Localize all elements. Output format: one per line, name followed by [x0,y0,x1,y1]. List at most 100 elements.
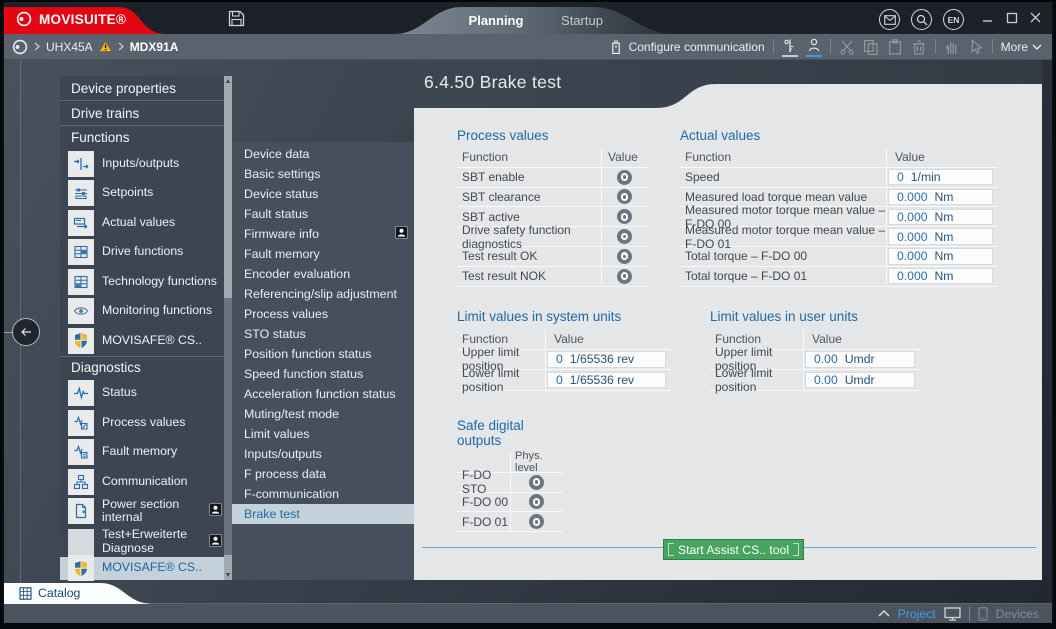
value-box: 0.000Nm [888,189,993,206]
submenu-item-process-values[interactable]: Process values [232,304,414,324]
monitor-icon[interactable] [944,607,961,621]
actual-values-section: Actual values Function Value Speed 01/mi… [680,128,998,287]
sidebar-item-inputs-outputs[interactable]: Inputs/outputs [60,149,232,179]
copy-icon[interactable] [863,39,879,55]
app-logo: MOVISUITE® [16,11,126,27]
configure-communication-label: Configure communication [629,40,765,54]
value-number: 0.000 [897,210,928,224]
minimize-button[interactable] [981,10,994,25]
tab-planning[interactable]: Planning [456,13,536,28]
save-icon[interactable] [228,10,245,27]
sidebar-item-drive-trains[interactable]: Drive trains [60,101,232,126]
submenu-item-fault-status[interactable]: Fault status [232,204,414,224]
sidebar-item-test-erweiterte-diagnose[interactable]: Test+Erweiterte Diagnose [60,526,232,557]
sidebar-item-technology-functions[interactable]: Technology functions [60,267,232,297]
submenu-item-brake-test[interactable]: Brake test [232,504,414,524]
warning-icon [99,41,112,52]
sidebar-item-monitoring-functions[interactable]: Monitoring functions [60,297,232,327]
scroll-down-icon[interactable] [226,573,230,577]
submenu-item-sto-status[interactable]: STO status [232,324,414,344]
submenu-item-f-communication[interactable]: F-communication [232,484,414,504]
select-cursor-icon[interactable] [968,39,984,55]
arrow-left-icon [19,326,33,338]
sidebar-item-power-section-internal[interactable]: Power section internal [60,497,232,527]
window-controls [981,10,1042,25]
submenu-item-speed-function-status[interactable]: Speed function status [232,364,414,384]
chevron-down-icon [1032,44,1042,50]
submenu-item-acceleration-function-status[interactable]: Acceleration function status [232,384,414,404]
row-label: Total torque – F-DO 01 [680,267,886,286]
submenu-item-position-function-status[interactable]: Position function status [232,344,414,364]
submenu-item-encoder-evaluation[interactable]: Encoder evaluation [232,264,414,284]
sidebar-item-movisafe-diagnostics[interactable]: MOVISAFE® CS.. [60,557,232,580]
sidebar-item-movisafe-functions[interactable]: MOVISAFE® CS.. [60,326,232,356]
paste-icon[interactable] [887,39,903,55]
submenu-item-muting-test-mode[interactable]: Muting/test mode [232,404,414,424]
sidebar-header-functions[interactable]: Functions [60,126,232,149]
submenu-item-label: Firmware info [244,227,319,241]
app-title: MOVISUITE® [39,12,126,27]
submenu-item-label: Device status [244,187,318,201]
row-label: Drive safety function diagnostics [457,227,601,246]
device-phone-icon[interactable] [978,607,988,621]
scroll-up-icon[interactable] [226,79,230,83]
submenu-item-f-process-data[interactable]: F process data [232,464,414,484]
sidebar-item-process-values[interactable]: Process values [60,408,232,438]
cut-icon[interactable] [839,39,855,55]
chevron-up-icon[interactable] [878,610,890,617]
value-box: 0.00Umdr [805,351,915,368]
submenu-item-referencing-slip[interactable]: Referencing/slip adjustment [232,284,414,304]
maximize-button[interactable] [1005,10,1018,25]
search-icon[interactable] [911,9,932,30]
close-button[interactable] [1029,10,1042,25]
sidebar-item-status[interactable]: Status [60,379,232,409]
submenu-item-firmware-info[interactable]: Firmware info [232,224,414,244]
submenu-item-fault-memory[interactable]: Fault memory [232,244,414,264]
submenu-item-device-data[interactable]: Device data [232,144,414,164]
delete-icon[interactable] [911,39,927,55]
collapse-sidebar-button[interactable] [12,318,40,346]
table-header-row: Function Value [457,148,648,168]
breadcrumb-device-mdx91a[interactable]: MDX91A [130,40,179,54]
sidebar-item-fault-memory[interactable]: Fault memory [60,438,232,468]
sidebar-item-device-properties[interactable]: Device properties [60,76,232,101]
pan-hand-icon[interactable] [944,39,960,55]
sidebar-item-drive-functions[interactable]: Drive functions [60,238,232,268]
submenu-item-basic-settings[interactable]: Basic settings [232,164,414,184]
submenu-item-limit-values[interactable]: Limit values [232,424,414,444]
tab-startup[interactable]: Startup [551,13,613,28]
value-cell [510,473,562,492]
sidebar-item-setpoints[interactable]: Setpoints [60,179,232,209]
messages-icon[interactable] [879,9,900,30]
language-badge[interactable]: EN [943,9,964,30]
sidebar-item-communication[interactable]: Communication [60,467,232,497]
column-header: Value [601,148,647,167]
more-menu-button[interactable]: More [1001,40,1042,54]
submenu-item-label: Acceleration function status [244,387,396,401]
value-box: 01/min [888,169,993,186]
value-number: 0.000 [897,269,928,283]
breadcrumb-device-uhx45a[interactable]: UHX45A [46,40,93,54]
table-row: Lower limit position 01/65536 rev [457,370,671,391]
sidebar-header-diagnostics[interactable]: Diagnostics [60,356,232,379]
submenu-item-device-status[interactable]: Device status [232,184,414,204]
scrollbar-thumb[interactable] [224,298,232,555]
value-number: 0.000 [897,230,928,244]
user-mode-button[interactable] [806,37,822,56]
home-logo-icon[interactable] [12,39,28,55]
start-assist-tool-button[interactable]: Start Assist CS.. tool [663,539,804,560]
sidebar-scrollbar[interactable] [224,76,232,580]
underline-indicator [782,55,798,57]
submenu-item-inputs-outputs[interactable]: Inputs/outputs [232,444,414,464]
sidebar-item-actual-values[interactable]: Actual values [60,208,232,238]
statusbar-project-label[interactable]: Project [898,607,936,621]
device-submenu: Device data Basic settings Device status… [232,142,414,580]
limit-values-user-table: Function Value Upper limit position 0.00… [710,329,920,391]
commissioning-mode-button[interactable] [782,37,798,56]
technology-functions-icon [68,269,94,295]
catalog-tab[interactable]: Catalog [4,583,156,604]
movisuite-logo-icon [16,11,32,27]
configure-communication-button[interactable]: Configure communication [608,39,765,55]
statusbar-devices-label[interactable]: Devices [996,607,1039,621]
commissioning-icon [782,37,798,53]
